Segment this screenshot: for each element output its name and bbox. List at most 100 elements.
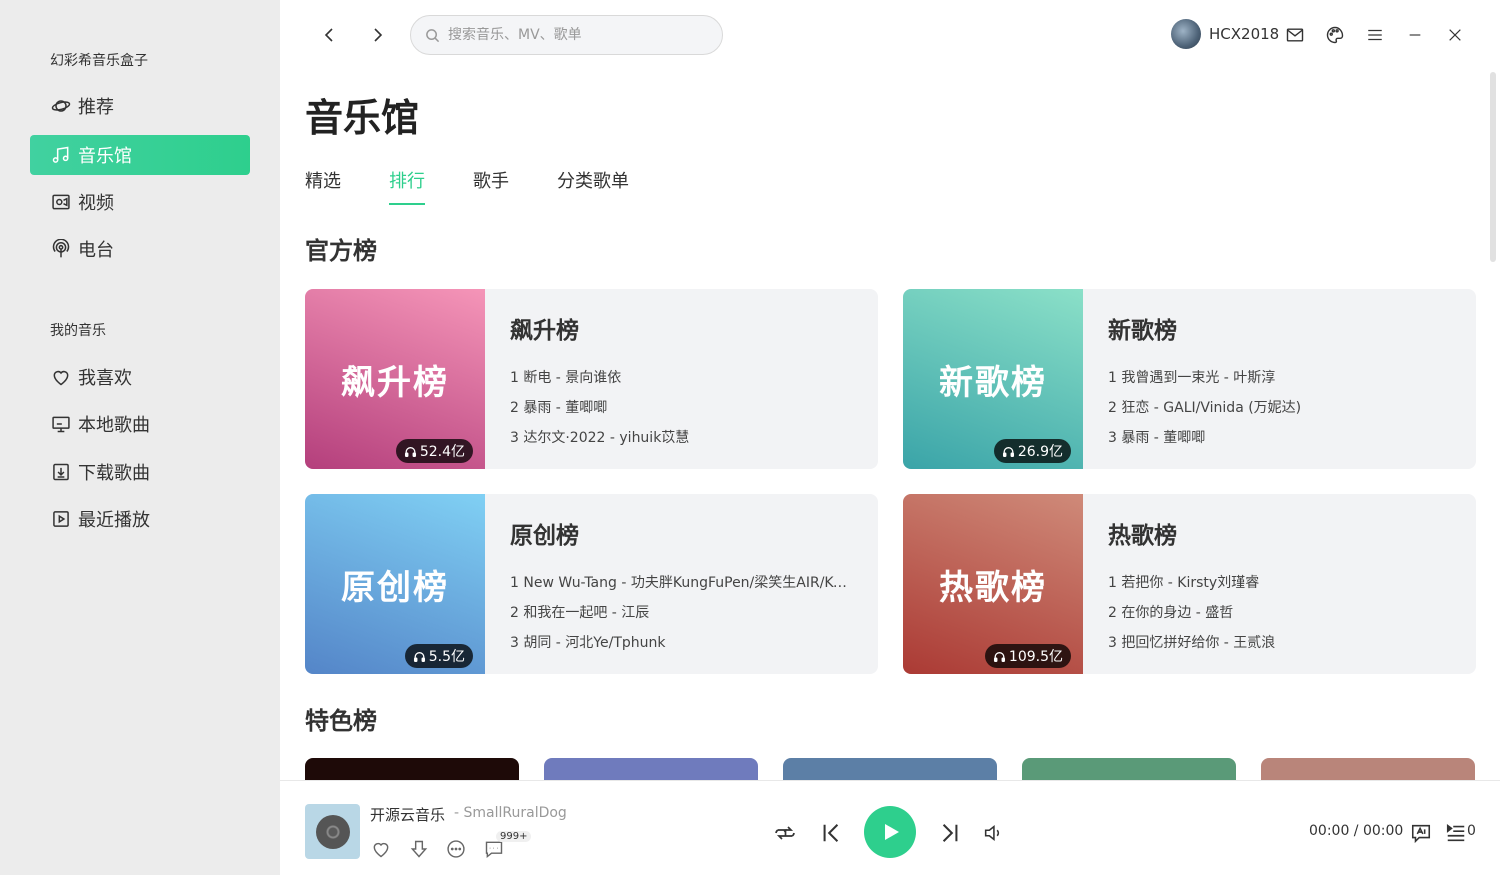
search-box[interactable] bbox=[410, 15, 723, 55]
cover-text: 飙升榜 bbox=[341, 362, 449, 403]
forward-button[interactable] bbox=[364, 22, 390, 48]
radio-icon bbox=[50, 238, 72, 260]
previous-button[interactable] bbox=[817, 819, 845, 847]
repeat-mode-button[interactable] bbox=[772, 820, 798, 846]
download-button[interactable] bbox=[408, 838, 430, 860]
sidebar-item-label: 最近播放 bbox=[78, 510, 150, 531]
chart-title[interactable]: 飙升榜 bbox=[510, 311, 853, 345]
tab-featured[interactable]: 精选 bbox=[305, 167, 341, 205]
page-title: 音乐馆 bbox=[305, 96, 420, 140]
sidebar-item-label: 我喜欢 bbox=[78, 368, 132, 389]
music-note-icon bbox=[50, 144, 72, 166]
lyrics-button[interactable] bbox=[1408, 820, 1434, 846]
chart-cover[interactable]: 热歌榜 109.5亿 bbox=[903, 494, 1083, 674]
video-icon bbox=[50, 191, 72, 213]
more-icon bbox=[447, 840, 465, 858]
song-item[interactable]: 3 暴雨 - 董唧唧 bbox=[1108, 423, 1448, 453]
song-item[interactable]: 1 断电 - 景向谁依 bbox=[510, 363, 850, 393]
close-button[interactable] bbox=[1444, 24, 1466, 46]
mail-icon bbox=[1286, 28, 1304, 42]
featured-chart-card[interactable] bbox=[783, 758, 997, 780]
play-count-badge: 109.5亿 bbox=[984, 644, 1071, 668]
menu-icon bbox=[1368, 29, 1382, 41]
chart-title[interactable]: 新歌榜 bbox=[1108, 311, 1451, 345]
now-playing-artist[interactable]: - SmallRuralDog bbox=[454, 805, 567, 821]
comment-count-badge: 999+ bbox=[496, 831, 532, 842]
tab-ranking[interactable]: 排行 bbox=[389, 167, 425, 205]
song-item[interactable]: 3 达尔文·2022 - yihuik苡慧 bbox=[510, 423, 850, 453]
sidebar-item-recommend[interactable]: 推荐 bbox=[30, 86, 250, 126]
sidebar-item-music-hall[interactable]: 音乐馆 bbox=[30, 135, 250, 175]
menu-button[interactable] bbox=[1364, 24, 1386, 46]
tab-categories[interactable]: 分类歌单 bbox=[557, 167, 629, 205]
mail-button[interactable] bbox=[1284, 24, 1306, 46]
featured-chart-card[interactable] bbox=[544, 758, 758, 780]
download-arrow-icon bbox=[410, 840, 428, 858]
sidebar-item-favorites[interactable]: 我喜欢 bbox=[30, 357, 250, 397]
chart-card[interactable]: 热歌榜 109.5亿 热歌榜 1 若把你 - Kirsty刘瑾睿 2 在你的身边… bbox=[903, 494, 1476, 674]
play-count-badge: 52.4亿 bbox=[395, 439, 473, 463]
chart-cover[interactable]: 新歌榜 26.9亿 bbox=[903, 289, 1083, 469]
sidebar-item-label: 本地歌曲 bbox=[78, 415, 150, 436]
play-button[interactable] bbox=[864, 806, 916, 858]
app-name: 幻彩希音乐盒子 bbox=[50, 53, 148, 69]
headphones-icon bbox=[1002, 446, 1014, 457]
chart-title[interactable]: 原创榜 bbox=[510, 516, 853, 550]
headphones-icon bbox=[404, 446, 416, 457]
song-item[interactable]: 1 若把你 - Kirsty刘瑾睿 bbox=[1108, 568, 1448, 598]
song-item[interactable]: 2 狂恋 - GALI/Vinida (万妮达) bbox=[1108, 393, 1448, 423]
sidebar-item-local[interactable]: 本地歌曲 bbox=[30, 404, 250, 444]
song-item[interactable]: 1 我曾遇到一束光 - 叶斯淳 bbox=[1108, 363, 1448, 393]
chart-card[interactable]: 飙升榜 52.4亿 飙升榜 1 断电 - 景向谁依 2 暴雨 - 董唧唧 3 达… bbox=[305, 289, 878, 469]
cover-text: 热歌榜 bbox=[939, 567, 1047, 608]
chart-cover[interactable]: 原创榜 5.5亿 bbox=[305, 494, 485, 674]
like-button[interactable] bbox=[370, 838, 392, 860]
song-item[interactable]: 2 在你的身边 - 盛哲 bbox=[1108, 598, 1448, 628]
featured-chart-card[interactable] bbox=[1022, 758, 1236, 780]
playlist-icon bbox=[1446, 824, 1465, 842]
sidebar-item-recent[interactable]: 最近播放 bbox=[30, 499, 250, 539]
chart-card[interactable]: 新歌榜 26.9亿 新歌榜 1 我曾遇到一束光 - 叶斯淳 2 狂恋 - GAL… bbox=[903, 289, 1476, 469]
heart-icon bbox=[373, 842, 389, 858]
song-item[interactable]: 2 暴雨 - 董唧唧 bbox=[510, 393, 850, 423]
sidebar-item-label: 视频 bbox=[78, 193, 114, 214]
song-item[interactable]: 2 和我在一起吧 - 江辰 bbox=[510, 598, 850, 628]
heart-icon bbox=[50, 366, 72, 388]
sidebar-item-video[interactable]: 视频 bbox=[30, 182, 250, 222]
song-item[interactable]: 1 New Wu-Tang - 功夫胖KungFuPen/梁笑生AIR/Kenn… bbox=[510, 568, 850, 598]
next-button[interactable] bbox=[936, 819, 964, 847]
sidebar-item-downloads[interactable]: 下载歌曲 bbox=[30, 452, 250, 492]
now-playing-cover[interactable] bbox=[305, 804, 360, 859]
sidebar-item-radio[interactable]: 电台 bbox=[30, 229, 250, 269]
minimize-button[interactable] bbox=[1404, 24, 1426, 46]
palette-icon bbox=[1326, 26, 1344, 44]
playlist-button[interactable] bbox=[1444, 820, 1468, 846]
skip-previous-icon bbox=[823, 824, 839, 842]
more-button[interactable] bbox=[445, 838, 467, 860]
song-item[interactable]: 3 把回忆拼好给你 - 王贰浪 bbox=[1108, 628, 1448, 658]
avatar[interactable] bbox=[1171, 19, 1201, 49]
minimize-icon bbox=[1409, 34, 1421, 36]
chart-title[interactable]: 热歌榜 bbox=[1108, 516, 1451, 550]
tab-singers[interactable]: 歌手 bbox=[473, 167, 509, 205]
volume-button[interactable] bbox=[980, 820, 1006, 846]
play-count: 5.5亿 bbox=[428, 649, 465, 665]
sidebar-item-label: 电台 bbox=[78, 240, 114, 261]
chart-card[interactable]: 原创榜 5.5亿 原创榜 1 New Wu-Tang - 功夫胖KungFuPe… bbox=[305, 494, 878, 674]
username[interactable]: HCX2018 bbox=[1209, 25, 1279, 43]
song-item[interactable]: 3 胡同 - 河北Ye/Tphunk bbox=[510, 628, 850, 658]
user-profile[interactable]: HCX2018 bbox=[1171, 19, 1279, 49]
repeat-icon bbox=[775, 826, 795, 840]
play-icon bbox=[885, 824, 899, 840]
scrollbar[interactable] bbox=[1490, 72, 1496, 262]
featured-chart-card[interactable] bbox=[305, 758, 519, 780]
now-playing-title[interactable]: 开源云音乐 bbox=[370, 804, 445, 825]
theme-button[interactable] bbox=[1324, 24, 1346, 46]
featured-chart-card[interactable] bbox=[1261, 758, 1475, 780]
search-input[interactable] bbox=[448, 27, 698, 43]
chevron-left-icon bbox=[324, 28, 333, 42]
disc-icon bbox=[315, 814, 350, 849]
skip-next-icon bbox=[942, 824, 958, 842]
chart-cover[interactable]: 飙升榜 52.4亿 bbox=[305, 289, 485, 469]
back-button[interactable] bbox=[317, 22, 343, 48]
